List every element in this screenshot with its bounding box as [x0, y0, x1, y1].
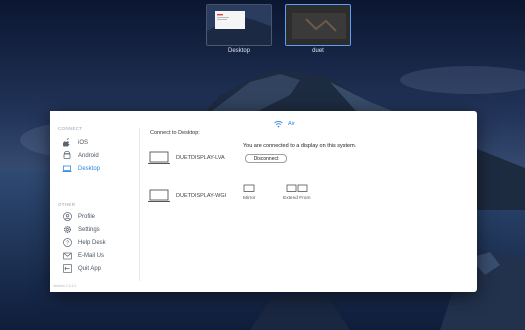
sidebar-item-label: Settings	[78, 226, 100, 233]
help-icon: ?	[62, 238, 72, 248]
laptop-icon	[148, 189, 170, 202]
mode-extend-button[interactable]: Extend From	[283, 184, 310, 201]
apple-icon	[62, 138, 72, 148]
device-item[interactable]: DUETDISPLAY-WGI	[148, 189, 226, 203]
space-label-desktop: Desktop	[227, 48, 250, 54]
disconnect-button[interactable]: Disconnect	[245, 154, 287, 163]
gear-icon	[62, 225, 72, 235]
air-label: Air	[288, 121, 295, 127]
wifi-icon	[274, 121, 283, 128]
desktop-thumbnail-image	[206, 4, 272, 46]
device-name: DUETDISPLAY-WGI	[176, 193, 227, 199]
device-name: DUETDISPLAY-LVA	[176, 155, 225, 161]
laptop-icon	[62, 164, 72, 174]
sidebar-item-label: iOS	[78, 139, 89, 146]
sidebar-item-email-us[interactable]: E-Mail Us	[62, 250, 104, 261]
mirror-display-icon	[243, 184, 255, 192]
sidebar-item-label: Help Desk	[78, 239, 106, 246]
profile-icon	[62, 212, 72, 222]
connection-status-text: You are connected to a display on this s…	[243, 143, 357, 149]
mode-label: Mirror	[243, 196, 256, 201]
device-item[interactable]: DUETDISPLAY-LVA	[148, 151, 225, 165]
connect-to-desktop-title: Connect to Desktop:	[150, 130, 200, 136]
android-icon	[62, 151, 72, 161]
sidebar-item-ios[interactable]: iOS	[62, 137, 88, 148]
extend-display-icon	[286, 184, 308, 192]
space-label-duet: duet	[312, 48, 324, 54]
mode-mirror-button[interactable]: Mirror	[243, 184, 256, 201]
sidebar-divider	[139, 128, 140, 281]
sidebar: CONNECT iOS Android Desktop OTHER Profil	[50, 111, 138, 292]
sidebar-item-settings[interactable]: Settings	[62, 224, 100, 235]
mode-label: Extend From	[283, 196, 311, 201]
connect-section-header: CONNECT	[58, 126, 83, 131]
laptop-icon	[148, 151, 170, 164]
sidebar-item-quit-app[interactable]: Quit App	[62, 263, 101, 274]
sidebar-item-desktop[interactable]: Desktop	[62, 163, 100, 174]
space-thumbnail-desktop[interactable]: Desktop	[206, 4, 272, 54]
sidebar-item-label: Quit App	[78, 265, 102, 272]
sidebar-item-android[interactable]: Android	[62, 150, 99, 161]
sidebar-item-label: Android	[78, 152, 99, 159]
space-thumbnail-duet[interactable]: duet	[285, 4, 351, 54]
sidebar-item-help-desk[interactable]: ? Help Desk	[62, 237, 106, 248]
other-section-header: OTHER	[58, 202, 76, 207]
duet-thumbnail-image	[285, 4, 351, 46]
duet-display-window: × CONNECT iOS Android Desktop OTHER	[50, 111, 477, 292]
sidebar-item-label: Desktop	[78, 165, 101, 172]
sidebar-item-profile[interactable]: Profile	[62, 211, 95, 222]
air-toggle[interactable]: Air	[274, 120, 295, 128]
svg-text:?: ?	[65, 241, 68, 247]
version-label: Version 2.3.1.0	[53, 284, 77, 288]
sidebar-item-label: E-Mail Us	[78, 252, 105, 259]
sidebar-item-label: Profile	[78, 213, 96, 220]
mail-icon	[62, 251, 72, 261]
power-icon	[62, 264, 72, 274]
